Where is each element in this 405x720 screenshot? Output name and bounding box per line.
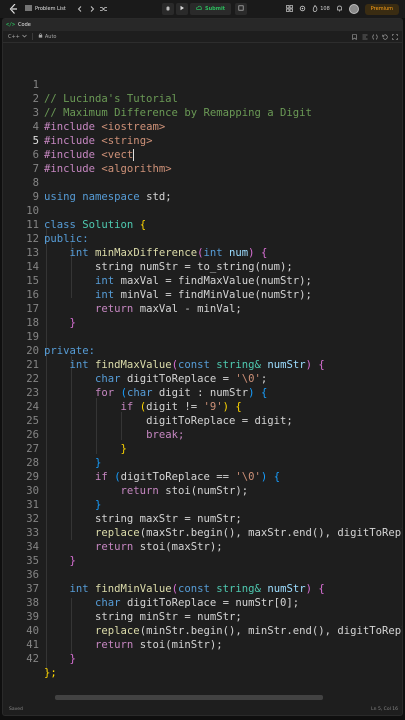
next-problem-icon[interactable] <box>86 3 98 15</box>
premium-button[interactable]: Premium <box>364 3 399 15</box>
format-code-icon[interactable] <box>361 33 368 40</box>
streak-count: 108 <box>320 6 330 12</box>
fullscreen-icon[interactable] <box>391 33 398 40</box>
code-line: 20 int findMaxValue(const string& numStr… <box>3 330 402 371</box>
code-line: 3 #include <iostream> <box>3 92 402 133</box>
code-line-active: 5 #include <vect <box>3 120 402 161</box>
problem-list-label: Problem List <box>35 6 66 12</box>
chevron-down-icon <box>22 34 27 40</box>
code-line: 34 } <box>3 526 402 567</box>
code-line: 17 } <box>3 288 402 329</box>
code-line: 42 }; <box>3 638 402 679</box>
code-line: 35 <box>3 540 402 567</box>
horizontal-scrollbar[interactable] <box>55 695 323 700</box>
code-line: 21 char digitToReplace = '\0'; <box>3 344 402 385</box>
code-line: 23 if (digit != '9') { <box>3 372 402 413</box>
debug-button[interactable] <box>162 3 174 15</box>
notes-button[interactable] <box>235 3 248 15</box>
code-line: 39 replace(minStr.begin(), minStr.end(),… <box>3 596 402 637</box>
cursor-position: Ln 5, Col 16 <box>371 706 398 712</box>
code-line: 18 <box>3 302 402 329</box>
flame-icon <box>312 4 318 14</box>
user-avatar[interactable] <box>348 4 359 14</box>
code-line: 4 #include <string> <box>3 106 402 147</box>
code-editor[interactable]: 1 // Lucinda's Tutorial 2 // Maximum Dif… <box>3 44 402 704</box>
bug-icon <box>165 5 171 13</box>
code-line: 1 // Lucinda's Tutorial <box>3 64 402 105</box>
notification-bell-icon[interactable] <box>336 5 343 14</box>
shuffle-icon[interactable] <box>98 3 110 15</box>
code-line: 22 for (char digit : numStr) { <box>3 358 402 399</box>
code-line: 10 class Solution { <box>3 190 402 231</box>
note-icon <box>238 5 244 13</box>
settings-icon[interactable] <box>299 5 306 14</box>
play-icon <box>179 5 185 13</box>
submit-label: Submit <box>205 6 226 12</box>
top-navbar: Problem List Submit 108 Premium <box>0 0 405 18</box>
code-line: 14 int maxVal = findMaxValue(numStr); <box>3 246 402 287</box>
language-select[interactable]: C++ <box>8 34 27 40</box>
lock-icon <box>38 33 43 40</box>
code-token: }; <box>44 667 57 679</box>
code-line: 27 } <box>3 428 402 469</box>
code-panel: </> Code C++ Auto 1 // Lucinda's Tutoria… <box>2 18 403 716</box>
code-line: 9 <box>3 176 402 203</box>
code-panel-header: </> Code <box>3 19 402 31</box>
code-line: 33 return stoi(maxStr); <box>3 512 402 553</box>
code-line: 26 } <box>3 414 402 455</box>
code-line: 24 digitToReplace = digit; <box>3 386 402 427</box>
code-line: 6 #include <algorithm> <box>3 134 402 175</box>
code-line: 12 int minMaxDifference(int num) { <box>3 218 402 259</box>
code-panel-title: Code <box>18 22 31 28</box>
streak-counter[interactable]: 108 <box>312 4 330 14</box>
run-controls: Submit <box>162 3 248 15</box>
language-label: C++ <box>8 33 20 40</box>
auto-label: Auto <box>44 33 57 40</box>
code-line: 16 return maxVal - minVal; <box>3 274 402 315</box>
reset-icon[interactable] <box>381 33 388 40</box>
code-line: 32 replace(maxStr.begin(), maxStr.end(),… <box>3 498 402 539</box>
auto-save-toggle[interactable]: Auto <box>38 33 57 40</box>
leetcode-logo-icon[interactable] <box>9 3 19 15</box>
code-line: 28 if (digitToReplace == '\0') { <box>3 442 402 483</box>
prev-problem-icon[interactable] <box>74 3 86 15</box>
code-line: 30 } <box>3 470 402 511</box>
code-line: 36 int findMinValue(const string& numStr… <box>3 554 402 595</box>
code-line: 19 private: <box>3 316 402 357</box>
code-line: 41 } <box>3 624 402 665</box>
line-number: 42 <box>26 653 39 665</box>
list-icon <box>25 5 32 13</box>
code-brackets-icon: </> <box>6 22 16 28</box>
editor-status-bar: Saved Ln 5, Col 16 <box>3 703 402 715</box>
code-line: 38 string minStr = numStr; <box>3 582 402 623</box>
code-token: } <box>69 653 76 665</box>
editor-toolbar: C++ Auto <box>3 31 402 43</box>
layout-icon[interactable] <box>286 4 294 14</box>
code-line: 13 string numStr = to_string(num); <box>3 232 402 273</box>
code-line: 25 break; <box>3 400 402 441</box>
code-line: 31 string maxStr = numStr; <box>3 484 402 525</box>
code-line: 37 char digitToReplace = numStr[0]; <box>3 568 402 609</box>
run-button[interactable] <box>176 3 188 15</box>
problem-list-button[interactable]: Problem List <box>25 5 66 13</box>
code-line: 11 public: <box>3 204 402 245</box>
code-line: 15 int minVal = findMinValue(numStr); <box>3 260 402 301</box>
save-status: Saved <box>9 706 23 712</box>
toolbar-divider <box>31 33 33 40</box>
cloud-upload-icon <box>196 5 202 13</box>
code-line: 2 // Maximum Difference by Remapping a D… <box>3 78 402 119</box>
user-controls: 108 Premium <box>286 0 399 18</box>
code-line: 7 <box>3 148 402 175</box>
code-line: 8 using namespace std; <box>3 162 402 203</box>
code-line: 29 return stoi(numStr); <box>3 456 402 497</box>
bookmark-icon[interactable] <box>351 33 358 40</box>
code-format-brackets-icon[interactable] <box>371 33 378 40</box>
submit-button[interactable]: Submit <box>190 3 232 15</box>
code-line: 40 return stoi(minStr); <box>3 610 402 651</box>
editor-actions <box>351 33 398 40</box>
